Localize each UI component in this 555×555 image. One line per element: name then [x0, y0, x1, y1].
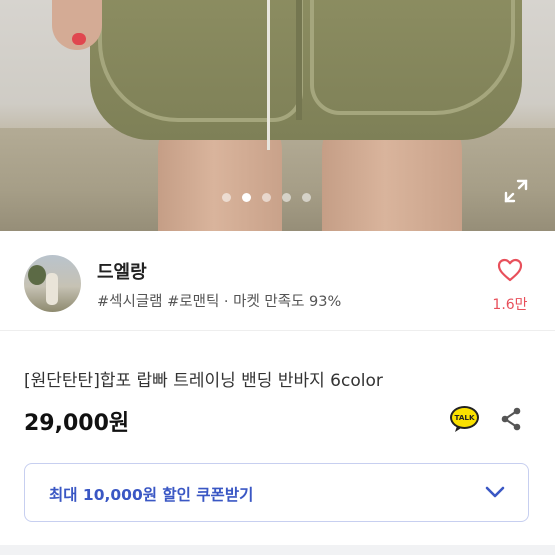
seller-name[interactable]: 드엘랑	[97, 258, 147, 284]
coupon-button[interactable]: 최대 10,000원 할인 쿠폰받기	[24, 463, 529, 522]
carousel-dot[interactable]	[262, 193, 271, 202]
carousel-dot[interactable]	[282, 193, 291, 202]
svg-text:TALK: TALK	[454, 413, 474, 422]
product-title: [원단탄탄]합포 랍빠 트레이닝 밴딩 반바지 6color	[24, 371, 383, 391]
chevron-down-icon	[485, 486, 505, 498]
carousel-indicator	[222, 193, 311, 202]
carousel-dot[interactable]	[302, 193, 311, 202]
heart-icon	[497, 258, 523, 282]
share-icon[interactable]	[499, 406, 523, 432]
image-shorts	[90, 0, 522, 140]
coupon-label: 최대 10,000원 할인 쿠폰받기	[49, 486, 254, 504]
seller-avatar[interactable]	[24, 255, 81, 312]
product-price: 29,000원	[24, 411, 130, 436]
expand-icon[interactable]	[503, 178, 529, 204]
image-drawstring	[267, 0, 270, 150]
product-image[interactable]	[0, 0, 555, 231]
section-divider	[0, 545, 555, 555]
like-count: 1.6만	[492, 297, 528, 313]
carousel-dot-active[interactable]	[242, 193, 251, 202]
carousel-dot[interactable]	[222, 193, 231, 202]
seller-tags: #섹시글램 #로맨틱 · 마켓 만족도 93%	[97, 294, 342, 310]
seller-row[interactable]: 드엘랑 #섹시글램 #로맨틱 · 마켓 만족도 93% 1.6만	[0, 231, 555, 331]
kakaotalk-icon[interactable]: TALK	[449, 405, 480, 433]
like-button[interactable]: 1.6만	[486, 258, 534, 314]
